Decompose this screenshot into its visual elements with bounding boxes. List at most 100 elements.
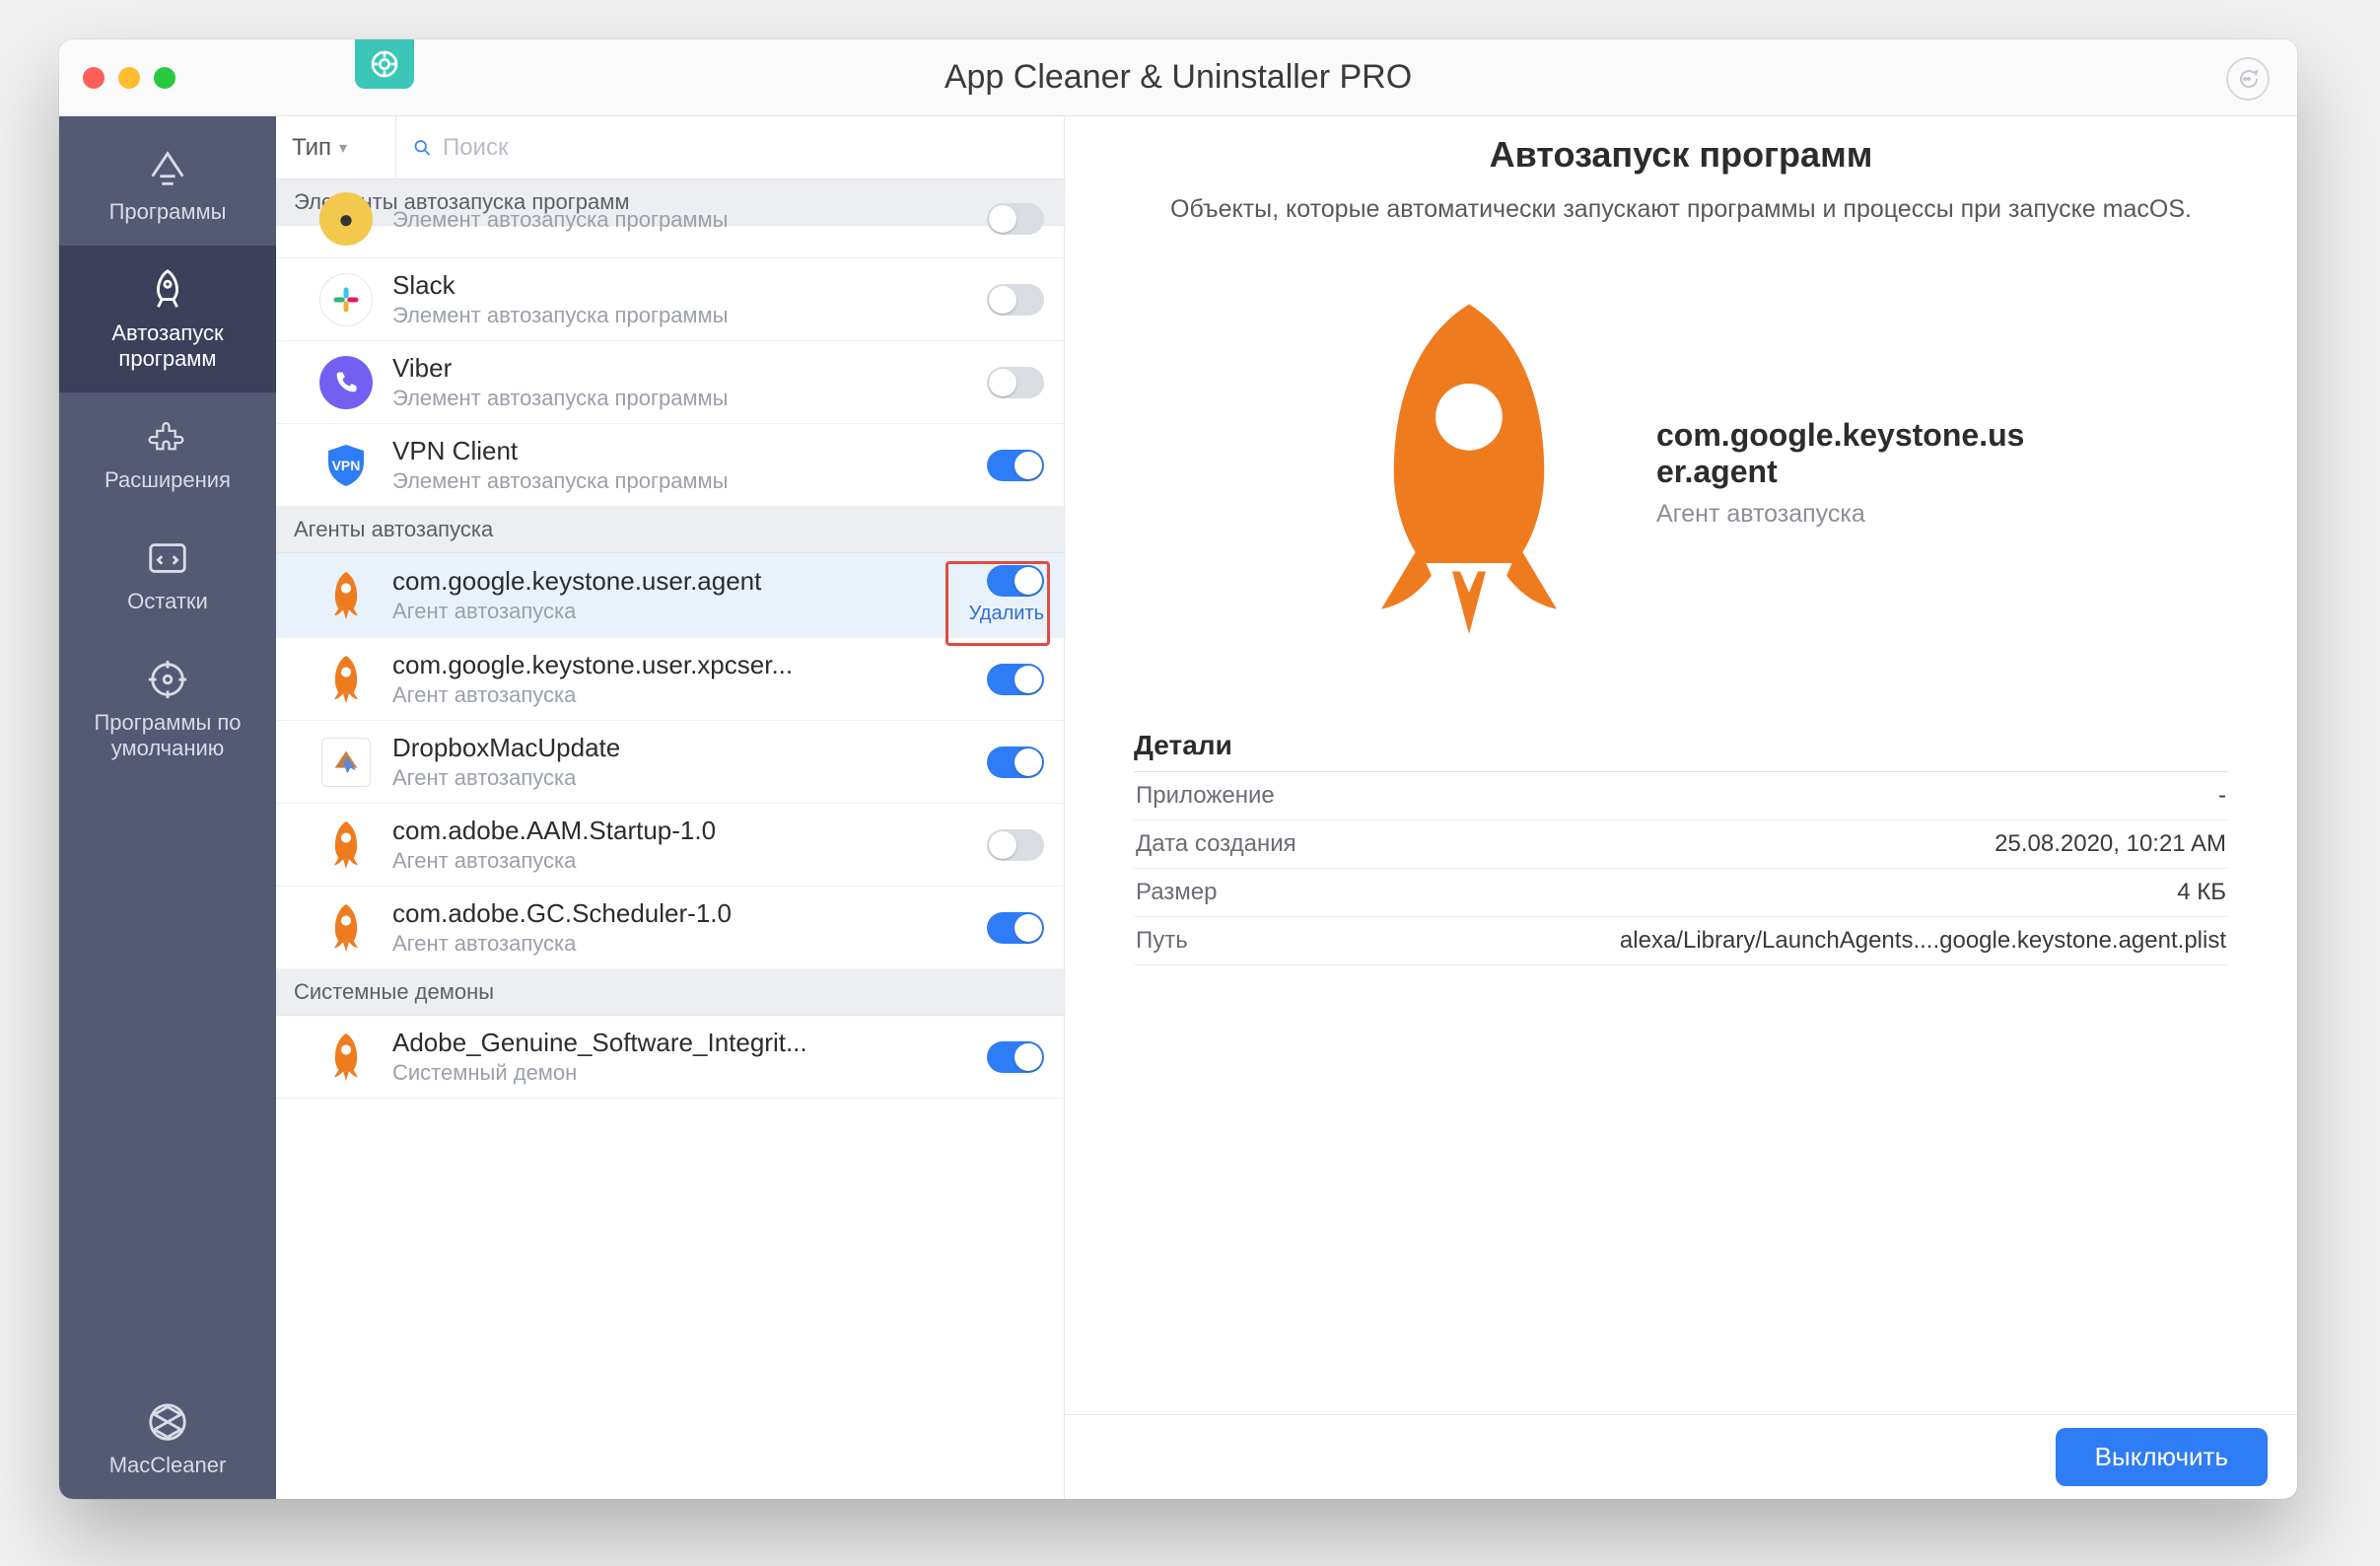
detail-row: Размер4 КБ	[1134, 869, 2228, 917]
list-item[interactable]: VPN VPN ClientЭлемент автозапуска програм…	[276, 424, 1064, 507]
sidebar-item-label: Остатки	[127, 589, 208, 613]
enable-toggle[interactable]	[987, 912, 1044, 944]
type-filter-label: Тип	[292, 134, 331, 162]
zoom-button[interactable]	[154, 67, 175, 89]
sidebar-item-label: Расширения	[105, 467, 231, 492]
item-name: Adobe_Genuine_Software_Integrit...	[392, 1028, 967, 1058]
slack-icon	[319, 273, 373, 326]
item-subtitle: Элемент автозапуска программы	[392, 386, 967, 411]
item-subtitle: Агент автозапуска	[392, 765, 967, 791]
item-subtitle: Агент автозапуска	[392, 682, 967, 708]
feedback-button[interactable]	[2226, 57, 2270, 101]
list-scroll[interactable]: Элементы автозапуска программ●Элемент ав…	[276, 179, 1064, 1499]
detail-value: 4 КБ	[2177, 879, 2226, 906]
minimize-button[interactable]	[118, 67, 140, 89]
titlebar: App Cleaner & Uninstaller PRO	[59, 39, 2297, 116]
detail-value: alexa/Library/LaunchAgents....google.key…	[1620, 927, 2226, 955]
rocket-large-icon	[1331, 286, 1607, 661]
details-heading: Детали	[1134, 730, 2228, 772]
list-item[interactable]: com.adobe.AAM.Startup-1.0Агент автозапус…	[276, 804, 1064, 887]
list-panel: Тип ▾ Элементы автозапуска программ●Элем…	[276, 116, 1065, 1499]
code-window-icon	[145, 535, 190, 581]
rocket-icon	[145, 267, 190, 313]
sidebar: Программы Автозапуск программ Расширения…	[59, 116, 276, 1499]
item-subtitle: Агент автозапуска	[392, 931, 967, 957]
list-item[interactable]: com.google.keystone.user.agentАгент авто…	[276, 553, 1064, 638]
enable-toggle[interactable]	[987, 664, 1044, 695]
rocket-icon	[319, 819, 373, 872]
enable-toggle[interactable]	[987, 203, 1044, 235]
sidebar-item-startup[interactable]: Автозапуск программ	[59, 246, 276, 392]
enable-toggle[interactable]	[987, 284, 1044, 316]
item-name: Viber	[392, 353, 967, 384]
section-header: Агенты автозапуска	[276, 507, 1064, 553]
rocket-icon	[319, 901, 373, 955]
list-item[interactable]: ● Элемент автозапуска программы	[276, 192, 1064, 258]
rocket-icon	[319, 1031, 373, 1084]
item-subtitle: Агент автозапуска	[392, 848, 967, 874]
item-name: com.adobe.AAM.Startup-1.0	[392, 816, 967, 846]
list-item[interactable]: DropboxMacUpdateАгент автозапуска	[276, 721, 1064, 804]
enable-toggle[interactable]	[987, 367, 1044, 398]
app-window: App Cleaner & Uninstaller PRO Программы …	[59, 39, 2297, 1499]
enable-toggle[interactable]	[987, 450, 1044, 481]
sidebar-item-label: MacCleaner	[109, 1453, 227, 1477]
chevron-down-icon: ▾	[339, 138, 347, 158]
enable-toggle[interactable]	[987, 1041, 1044, 1073]
sidebar-item-maccleaner[interactable]: MacCleaner	[59, 1378, 276, 1499]
item-subtitle: Элемент автозапуска программы	[392, 303, 967, 328]
detail-key: Приложение	[1136, 782, 1275, 810]
detail-row: Путь alexa/Library/LaunchAgents....google…	[1134, 917, 2228, 965]
detail-item-name: com.google.keystone.user.agent	[1656, 417, 2031, 490]
puzzle-icon	[145, 414, 190, 460]
sidebar-item-label: Программы по умолчанию	[67, 710, 268, 760]
list-item[interactable]: com.adobe.GC.Scheduler-1.0Агент автозапу…	[276, 887, 1064, 969]
sidebar-item-extensions[interactable]: Расширения	[59, 392, 276, 514]
enable-toggle[interactable]	[987, 747, 1044, 778]
detail-row: Приложение-	[1134, 772, 2228, 820]
vpn-icon: VPN	[319, 439, 373, 492]
item-name: com.google.keystone.user.agent	[392, 566, 949, 597]
rocket-icon	[319, 569, 373, 622]
enable-toggle[interactable]	[987, 829, 1044, 861]
details-block: Детали Приложение-Дата создания25.08.202…	[1134, 730, 2228, 965]
sidebar-item-label: Автозапуск программ	[67, 320, 268, 371]
detail-panel: Автозапуск программ Объекты, которые авт…	[1065, 116, 2297, 1499]
support-badge-icon[interactable]	[355, 39, 414, 89]
sidebar-item-remains[interactable]: Остатки	[59, 514, 276, 635]
list-item[interactable]: SlackЭлемент автозапуска программы	[276, 258, 1064, 341]
disable-button[interactable]: Выключить	[2056, 1428, 2268, 1486]
close-button[interactable]	[83, 67, 105, 89]
sidebar-item-label: Программы	[109, 199, 227, 224]
rocket-icon	[319, 653, 373, 706]
detail-key: Путь	[1136, 927, 1188, 955]
viber-icon	[319, 356, 373, 409]
delete-link[interactable]: Удалить	[969, 603, 1044, 625]
detail-hero: com.google.keystone.user.agent Агент авт…	[1134, 286, 2228, 661]
detail-value: 25.08.2020, 10:21 AM	[1995, 830, 2226, 858]
item-subtitle: Элемент автозапуска программы	[392, 207, 967, 233]
search-field[interactable]	[396, 134, 1064, 162]
item-name: com.google.keystone.user.xpcser...	[392, 650, 967, 680]
detail-heading: Автозапуск программ	[1134, 134, 2228, 176]
list-toolbar: Тип ▾	[276, 116, 1064, 179]
maccleaner-icon	[145, 1399, 190, 1445]
list-item[interactable]: ViberЭлемент автозапуска программы	[276, 341, 1064, 424]
dropbox-updater-icon	[319, 736, 373, 789]
list-item[interactable]: Adobe_Genuine_Software_Integrit...Систем…	[276, 1016, 1064, 1099]
sidebar-item-apps[interactable]: Программы	[59, 124, 276, 246]
window-controls	[83, 67, 175, 89]
search-input[interactable]	[443, 134, 1048, 162]
list-item[interactable]: com.google.keystone.user.xpcser...Агент …	[276, 638, 1064, 721]
search-icon	[412, 137, 433, 159]
section-header: Системные демоны	[276, 969, 1064, 1016]
item-subtitle: Элемент автозапуска программы	[392, 468, 967, 494]
app-icon: ●	[319, 192, 373, 246]
type-filter[interactable]: Тип ▾	[276, 116, 396, 178]
detail-description: Объекты, которые автоматически запускают…	[1134, 193, 2228, 227]
item-name: VPN Client	[392, 436, 967, 466]
sidebar-item-default-apps[interactable]: Программы по умолчанию	[59, 635, 276, 782]
apps-icon	[145, 146, 190, 191]
item-name: Slack	[392, 270, 967, 301]
enable-toggle[interactable]	[987, 565, 1044, 597]
